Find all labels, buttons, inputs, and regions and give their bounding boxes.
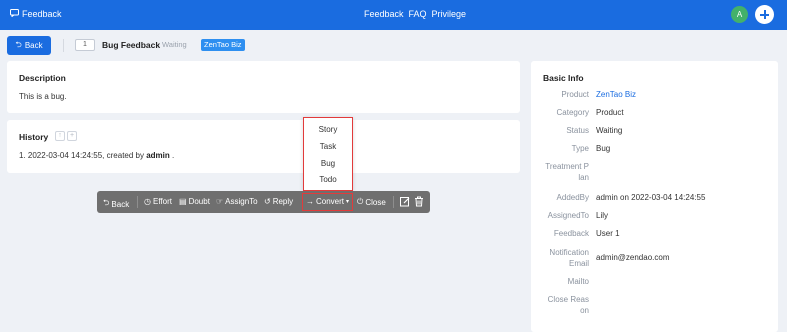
- power-icon: ⏻: [357, 197, 364, 206]
- history-tools: ↑ +: [55, 131, 77, 141]
- info-label: Product: [561, 90, 589, 99]
- description-text: This is a bug.: [19, 92, 67, 101]
- info-value: Bug: [596, 144, 611, 153]
- info-value: admin on 2022-03-04 14:24:55: [596, 193, 706, 202]
- expand-plus-icon[interactable]: +: [67, 131, 77, 141]
- info-label: Treatment P lan: [539, 161, 589, 183]
- convert-menu: Story Task Bug Todo: [303, 117, 353, 191]
- user-avatar[interactable]: A: [731, 6, 748, 23]
- info-value: Lily: [596, 211, 609, 220]
- info-label: Status: [566, 126, 589, 135]
- info-label: Type: [571, 144, 589, 153]
- info-value-product-link[interactable]: ZenTao Biz: [596, 89, 636, 100]
- hand-icon: ☞: [216, 197, 224, 206]
- product-badge: ZenTao Biz: [201, 38, 245, 51]
- info-label-line: Email: [568, 259, 589, 268]
- toolbar-back-button[interactable]: ⮌ Back: [103, 197, 129, 211]
- back-button[interactable]: ⮌ Back: [7, 36, 51, 55]
- create-plus-button[interactable]: [755, 5, 774, 24]
- nav-feedback[interactable]: Feedback: [364, 9, 404, 19]
- history-entry-end: .: [169, 151, 175, 160]
- basic-info-card: Basic Info Product ZenTao Biz Category P…: [531, 61, 778, 332]
- info-value: Waiting: [596, 126, 623, 135]
- info-label: AddedBy: [556, 193, 589, 202]
- history-heading: History: [19, 132, 49, 142]
- description-heading: Description: [19, 73, 66, 83]
- action-toolbar: ⮌ Back ◷ Effort ▤ Doubt ☞ AssignTo ↺ Rep…: [97, 191, 430, 213]
- back-arrow-icon: ⮌: [15, 39, 22, 49]
- reply-button[interactable]: ↺ Reply: [264, 197, 293, 206]
- comment-icon: ▤: [179, 197, 187, 206]
- description-card: Description This is a bug.: [7, 61, 520, 113]
- history-entry-text: 1. 2022-03-04 14:24:55, created by: [19, 151, 147, 160]
- info-label-line: on: [580, 306, 589, 315]
- convert-menu-todo[interactable]: Todo: [304, 175, 352, 184]
- app-brand[interactable]: Feedback: [10, 9, 62, 19]
- top-navbar: Feedback Feedback FAQ Privilege A: [0, 0, 787, 30]
- assign-to-button[interactable]: ☞ AssignTo: [216, 197, 258, 206]
- back-arrow-icon: ⮌: [103, 198, 110, 207]
- info-value: User 1: [596, 229, 620, 238]
- convert-menu-bug[interactable]: Bug: [304, 159, 352, 168]
- reply-icon: ↺: [264, 197, 271, 206]
- top-nav: Feedback FAQ Privilege: [364, 9, 466, 19]
- info-value: admin@zendao.com: [596, 253, 670, 262]
- toolbar-divider: [137, 196, 138, 208]
- info-label-line: Treatment P: [545, 162, 589, 171]
- effort-button[interactable]: ◷ Effort: [144, 197, 172, 206]
- info-label: AssignedTo: [547, 211, 589, 220]
- convert-highlight: [302, 193, 353, 211]
- info-label: Category: [556, 108, 589, 117]
- feedback-id: 1: [75, 39, 95, 51]
- history-entry: 1. 2022-03-04 14:24:55, created by admin…: [19, 151, 174, 160]
- history-entry-user: admin: [146, 151, 170, 160]
- info-label-line: lan: [578, 173, 589, 182]
- clock-icon: ◷: [144, 197, 151, 206]
- convert-menu-story[interactable]: Story: [304, 125, 352, 134]
- basic-info-heading: Basic Info: [543, 73, 584, 83]
- app-brand-label: Feedback: [22, 9, 62, 19]
- info-value: Product: [596, 108, 624, 117]
- doubt-label: Doubt: [188, 197, 210, 206]
- info-label: Close Reas on: [539, 294, 589, 316]
- convert-menu-task[interactable]: Task: [304, 142, 352, 151]
- info-label: Feedback: [553, 229, 589, 238]
- page-title: Bug Feedback: [102, 40, 161, 50]
- history-card: History ↑ + 1. 2022-03-04 14:24:55, crea…: [7, 120, 520, 173]
- nav-privilege[interactable]: Privilege: [432, 9, 467, 19]
- info-label-line: Close Reas: [547, 295, 589, 304]
- effort-label: Effort: [152, 197, 172, 206]
- close-button[interactable]: ⏻ Close: [357, 197, 386, 207]
- header-divider: [63, 39, 64, 52]
- toolbar-back-label: Back: [111, 199, 130, 209]
- info-label-line: Notification: [549, 248, 589, 257]
- close-label: Close: [365, 197, 386, 207]
- reply-label: Reply: [272, 197, 294, 206]
- info-label: Notification Email: [539, 247, 589, 269]
- status-label: Waiting: [162, 40, 187, 49]
- assign-to-label: AssignTo: [225, 197, 258, 206]
- feedback-icon: [10, 9, 19, 19]
- sort-up-icon[interactable]: ↑: [55, 131, 65, 141]
- info-label: Mailto: [567, 277, 589, 286]
- trash-icon[interactable]: [414, 196, 424, 207]
- doubt-button[interactable]: ▤ Doubt: [179, 197, 210, 206]
- nav-faq[interactable]: FAQ: [409, 9, 427, 19]
- edit-icon[interactable]: [400, 196, 410, 207]
- back-button-label: Back: [24, 41, 43, 50]
- toolbar-divider: [393, 196, 394, 208]
